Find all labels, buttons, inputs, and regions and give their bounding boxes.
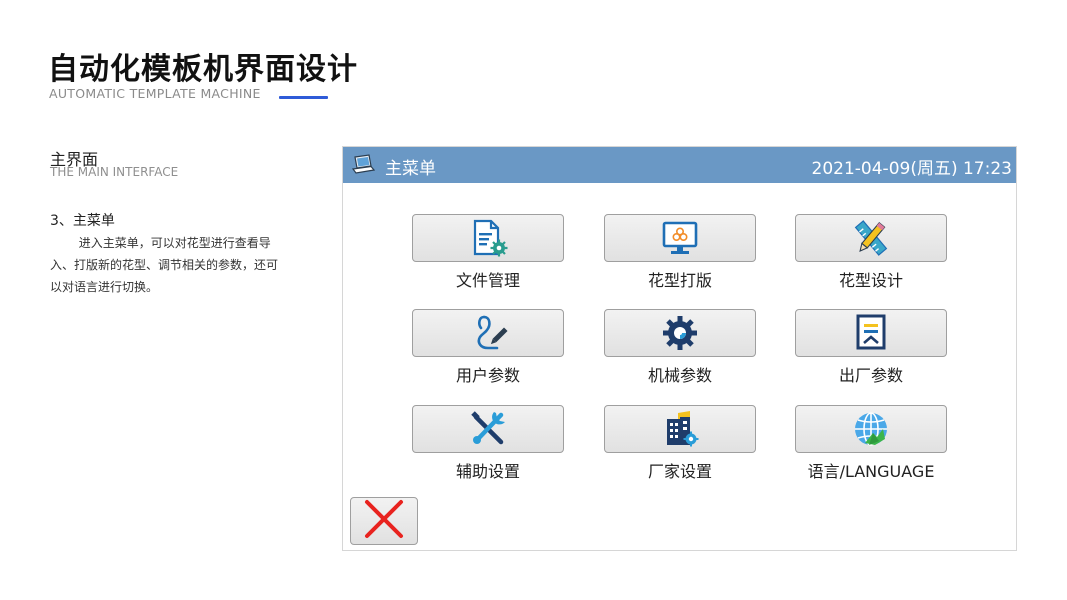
document-gear-icon	[468, 218, 508, 258]
factory-parameters-button[interactable]	[795, 309, 947, 357]
globe-icon	[851, 409, 891, 449]
manufacturer-settings-button[interactable]	[604, 405, 756, 453]
file-management-button[interactable]	[412, 214, 564, 262]
close-icon	[362, 499, 406, 543]
menu-item-pattern-design[interactable]: 花型设计	[795, 214, 947, 291]
menu-item-auxiliary-settings[interactable]: 辅助设置	[412, 405, 564, 482]
menu-item-manufacturer-settings[interactable]: 厂家设置	[604, 405, 756, 482]
user-parameters-button[interactable]	[412, 309, 564, 357]
pattern-design-button[interactable]	[795, 214, 947, 262]
close-button[interactable]	[350, 497, 418, 545]
menu-item-user-parameters[interactable]: 用户参数	[412, 309, 564, 386]
page-title: 自动化模板机界面设计	[48, 52, 358, 87]
wrench-screwdriver-icon	[468, 409, 508, 449]
clipboard-icon	[851, 313, 891, 353]
main-menu-screen: 主菜单 2021-04-09(周五) 17:23 文件管理 花型打版 花型设计 …	[342, 146, 1017, 551]
description-title: 3、主菜单	[50, 213, 115, 229]
machine-parameters-label: 机械参数	[647, 366, 712, 385]
pattern-design-label: 花型设计	[838, 271, 903, 290]
description-body: 进入主菜单，可以对花型进行查看导入、打版新的花型、调节相关的参数，还可以对语言进…	[50, 236, 279, 294]
pattern-making-button[interactable]	[604, 214, 756, 262]
manufacturer-settings-label: 厂家设置	[647, 462, 712, 481]
title-accent-line	[279, 96, 328, 99]
pattern-making-label: 花型打版	[647, 271, 712, 290]
menu-item-language[interactable]: 语言/LANGUAGE	[795, 405, 947, 482]
machine-parameters-button[interactable]	[604, 309, 756, 357]
title-bar: 主菜单 2021-04-09(周五) 17:23	[343, 147, 1016, 183]
language-button[interactable]	[795, 405, 947, 453]
menu-item-machine-parameters[interactable]: 机械参数	[604, 309, 756, 386]
menu-item-factory-parameters[interactable]: 出厂参数	[795, 309, 947, 386]
section-subtitle: THE MAIN INTERFACE	[50, 165, 179, 179]
page-subtitle: AUTOMATIC TEMPLATE MACHINE	[49, 86, 261, 101]
ruler-pencil-icon	[851, 218, 891, 258]
user-pen-icon	[468, 313, 508, 353]
user-parameters-label: 用户参数	[455, 366, 520, 385]
menu-item-file-management[interactable]: 文件管理	[412, 214, 564, 291]
laptop-icon	[351, 154, 376, 176]
language-label: 语言/LANGUAGE	[807, 462, 935, 481]
auxiliary-settings-label: 辅助设置	[455, 462, 520, 481]
file-management-label: 文件管理	[455, 271, 520, 290]
datetime-display: 2021-04-09(周五) 17:23	[811, 159, 1012, 179]
building-gear-icon	[660, 409, 700, 449]
gear-icon	[660, 313, 700, 353]
monitor-pattern-icon	[660, 218, 700, 258]
auxiliary-settings-button[interactable]	[412, 405, 564, 453]
factory-parameters-label: 出厂参数	[838, 366, 903, 385]
screen-title: 主菜单	[385, 159, 436, 179]
menu-item-pattern-making[interactable]: 花型打版	[604, 214, 756, 291]
